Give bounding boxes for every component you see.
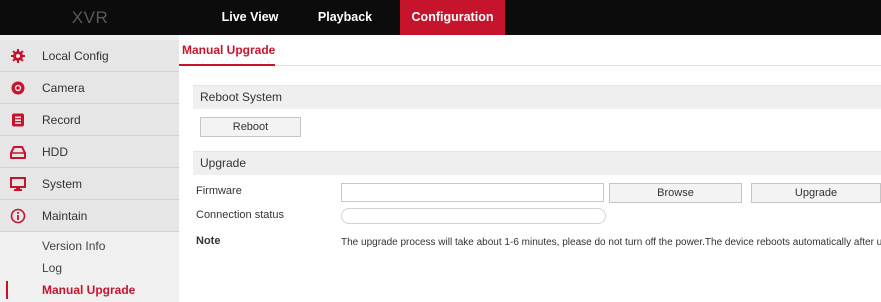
sidebar-item-label: HDD (42, 145, 68, 159)
top-navigation-bar: XVR Live View Playback Configuration (0, 0, 881, 35)
browse-button[interactable]: Browse (609, 183, 742, 203)
tab-configuration[interactable]: Configuration (400, 0, 505, 35)
sidebar-item-label: Maintain (42, 209, 88, 223)
brand-logo: XVR (71, 8, 109, 27)
sidebar-item-camera[interactable]: Camera (0, 72, 179, 104)
monitor-icon (10, 176, 26, 192)
sidebar: Local Config Camera Record HDD System Ma… (0, 35, 179, 302)
reboot-section-header: Reboot System (193, 85, 881, 109)
connection-status-bar (341, 208, 606, 224)
sidebar-subitem-label: Version Info (42, 239, 106, 253)
connection-status-label: Connection status (196, 209, 285, 221)
sidebar-item-system[interactable]: System (0, 168, 179, 200)
sidebar-item-label: System (42, 177, 83, 191)
sidebar-item-record[interactable]: Record (0, 104, 179, 136)
camera-icon (10, 80, 26, 96)
sidebar-subitem-label: Manual Upgrade (42, 283, 136, 297)
sidebar-subitem-log[interactable]: Log (0, 257, 179, 279)
sidebar-subitem-manual-upgrade[interactable]: Manual Upgrade (0, 279, 179, 301)
sidebar-item-maintain[interactable]: Maintain (0, 200, 179, 232)
sidebar-item-label: Local Config (42, 49, 109, 63)
reboot-button[interactable]: Reboot (200, 117, 301, 137)
sidebar-item-hdd[interactable]: HDD (0, 136, 179, 168)
section-heading: Upgrade (200, 156, 247, 170)
info-icon (10, 208, 26, 224)
note-text: The upgrade process will take about 1-6 … (341, 237, 881, 248)
hdd-icon (10, 144, 26, 160)
title-underline (179, 64, 275, 66)
sidebar-item-label: Camera (42, 81, 85, 95)
sidebar-item-local-config[interactable]: Local Config (0, 40, 179, 72)
upgrade-button[interactable]: Upgrade (751, 183, 881, 203)
tab-live-view[interactable]: Live View (205, 0, 295, 35)
tab-playback[interactable]: Playback (300, 0, 390, 35)
sidebar-subitem-label: Log (42, 261, 63, 275)
title-divider (179, 65, 881, 66)
main-content: Manual Upgrade Reboot System Reboot Upgr… (179, 35, 881, 302)
page-title: Manual Upgrade (182, 43, 276, 57)
firmware-label: Firmware (196, 185, 242, 197)
section-heading: Reboot System (200, 90, 283, 104)
sidebar-subitem-version-info[interactable]: Version Info (0, 235, 179, 257)
note-label: Note (196, 235, 221, 247)
upgrade-section-header: Upgrade (193, 151, 881, 175)
gear-icon (10, 48, 26, 64)
firmware-file-input[interactable] (341, 183, 604, 202)
sidebar-item-label: Record (42, 113, 81, 127)
record-icon (10, 112, 26, 128)
